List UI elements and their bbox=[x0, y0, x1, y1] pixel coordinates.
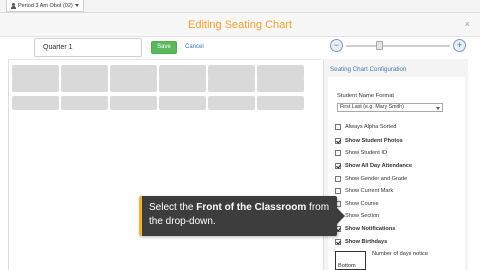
checkbox[interactable] bbox=[335, 124, 341, 130]
period-dropdown[interactable]: Period 3 Am Obot (02) bbox=[6, 0, 84, 12]
desk-seat[interactable] bbox=[159, 78, 206, 92]
page-title: Editing Seating Chart bbox=[188, 19, 292, 31]
checkbox[interactable] bbox=[335, 188, 341, 194]
option-show-student-id[interactable]: Show Student ID bbox=[335, 150, 387, 156]
desk-seat[interactable] bbox=[159, 65, 206, 79]
tutorial-callout: Select the Front of the Classroom from t… bbox=[139, 196, 337, 236]
desk-seat[interactable] bbox=[12, 78, 59, 92]
option-show-all-day-attendance[interactable]: Show All Day Attendance bbox=[335, 163, 412, 169]
desk-seat[interactable] bbox=[257, 65, 304, 79]
desk-seat[interactable] bbox=[257, 96, 304, 110]
checkbox[interactable] bbox=[335, 176, 341, 182]
close-icon[interactable]: × bbox=[465, 19, 470, 29]
desk-seat[interactable] bbox=[110, 78, 157, 92]
option-label: Show Birthdays bbox=[345, 239, 388, 245]
toolbar: Save Cancel bbox=[0, 37, 480, 59]
option-show-student-photos[interactable]: Show Student Photos bbox=[335, 138, 403, 144]
option-show-birthdays[interactable]: Show Birthdays bbox=[335, 239, 387, 245]
days-notice-label: Number of days notice bbox=[372, 251, 428, 257]
option-label: Show Student Photos bbox=[345, 138, 403, 144]
option-show-current-mark[interactable]: Show Current Mark bbox=[335, 188, 393, 194]
cancel-link[interactable]: Cancel bbox=[185, 44, 204, 50]
period-label: Period 3 Am Obot (02) bbox=[18, 2, 73, 9]
name-format-select[interactable]: First Last (e.g. Mary Smith) bbox=[337, 103, 443, 112]
top-bar: Period 3 Am Obot (02) bbox=[0, 0, 480, 13]
user-icon bbox=[11, 2, 16, 9]
chart-name-input[interactable] bbox=[34, 38, 142, 57]
option-label: Show Course bbox=[345, 201, 379, 207]
desk-seat[interactable] bbox=[61, 96, 108, 110]
callout-text-bold: Front of the Classroom bbox=[196, 202, 307, 213]
option-show-course[interactable]: Show Course bbox=[335, 201, 379, 207]
option-label: Always Alpha Sorted bbox=[345, 124, 397, 130]
save-button[interactable]: Save bbox=[151, 41, 177, 54]
zoom-slider-track[interactable] bbox=[346, 45, 450, 47]
name-format-label: Student Name Format bbox=[337, 93, 395, 99]
zoom-slider-handle[interactable] bbox=[376, 41, 383, 50]
checkbox[interactable] bbox=[335, 138, 341, 144]
option-label: Show Current Mark bbox=[345, 188, 394, 194]
desk-seat[interactable] bbox=[12, 65, 59, 79]
desk-seat[interactable] bbox=[257, 78, 304, 92]
desk-seat[interactable] bbox=[61, 78, 108, 92]
zoom-out-icon[interactable]: − bbox=[330, 39, 343, 52]
option-show-notifications[interactable]: Show Notifications bbox=[335, 226, 395, 232]
callout-text: Select the Front of the Classroom from t… bbox=[149, 201, 335, 229]
option-label: Show Student ID bbox=[345, 150, 387, 156]
desk-seat[interactable] bbox=[208, 78, 255, 92]
checkbox[interactable] bbox=[335, 163, 341, 169]
seating-canvas[interactable] bbox=[8, 59, 321, 270]
desk-seat[interactable] bbox=[110, 96, 157, 110]
desk-seat[interactable] bbox=[61, 65, 108, 79]
option-label: Show Notifications bbox=[345, 226, 396, 232]
sidebar-title: Seating Chart Configuration bbox=[330, 66, 407, 73]
option-label: Show Section bbox=[345, 213, 380, 219]
option-show-gender-and-grade[interactable]: Show Gender and Grade bbox=[335, 176, 407, 182]
callout-text-before: Select the bbox=[149, 202, 197, 213]
option-always-alpha-sorted[interactable]: Always Alpha Sorted bbox=[335, 124, 396, 130]
checkbox[interactable] bbox=[335, 150, 341, 156]
option-label: Show Gender and Grade bbox=[345, 176, 408, 182]
desk-seat[interactable] bbox=[208, 96, 255, 110]
zoom-in-icon[interactable]: + bbox=[453, 39, 466, 52]
desk-seat[interactable] bbox=[12, 96, 59, 110]
callout-pointer bbox=[337, 208, 345, 224]
desk-seat[interactable] bbox=[208, 65, 255, 79]
title-bar: Editing Seating Chart × bbox=[0, 13, 480, 37]
checkbox[interactable] bbox=[335, 239, 341, 245]
front-of-classroom-value: Bottom bbox=[338, 263, 356, 269]
chevron-down-icon bbox=[74, 4, 79, 7]
desk-seat[interactable] bbox=[159, 96, 206, 110]
desk-seat[interactable] bbox=[110, 65, 157, 79]
name-format-value: First Last (e.g. Mary Smith) bbox=[340, 104, 404, 110]
chevron-down-icon bbox=[436, 107, 440, 110]
option-label: Show All Day Attendance bbox=[345, 163, 413, 169]
